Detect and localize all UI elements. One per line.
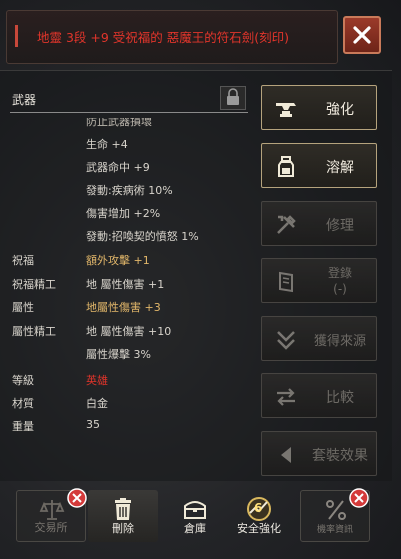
chest-icon — [184, 501, 206, 519]
set-effect-label: 套裝效果 — [312, 448, 368, 464]
dissolve-label: 溶解 — [326, 160, 354, 176]
unavailable-badge-icon — [349, 488, 369, 508]
item-detail-window: 地靈 3段 +9 受祝福的 惡魔王的符石劍(刻印) 武器 防止武器損壞 生命 +… — [0, 0, 401, 559]
attr-label: 重量 — [12, 420, 34, 433]
percent-icon — [326, 500, 346, 520]
dissolve-button[interactable]: 溶解 — [261, 143, 377, 188]
enhance-label: 強化 — [326, 102, 354, 118]
register-label: 登錄 (-) — [310, 265, 370, 297]
safe-enhance-label: 安全強化 — [237, 522, 281, 535]
category-divider — [10, 112, 248, 113]
set-effect-button[interactable]: 套裝效果 — [261, 431, 377, 476]
register-button[interactable]: 登錄 (-) — [261, 258, 377, 303]
enhance-button[interactable]: 強化 — [261, 85, 377, 130]
safe-enhance-button[interactable]: 6 安全強化 — [224, 490, 294, 542]
stat-line: 生命 +4 — [86, 138, 128, 151]
trash-icon — [115, 498, 131, 520]
probability-label: 機率資訊 — [316, 525, 353, 535]
stat-line: 武器命中 +9 — [86, 161, 150, 174]
safe-enhance-count: 6 — [254, 501, 263, 515]
register-count: (-) — [333, 282, 347, 296]
source-label: 獲得來源 — [313, 334, 366, 349]
attr-value: 地 屬性傷害 +10 — [86, 325, 172, 338]
anvil-icon — [276, 103, 296, 117]
attr-value: 額外攻擊 +1 — [86, 254, 150, 267]
attr-value: 地屬性傷害 +3 — [86, 301, 161, 314]
weight-value: 35 — [86, 418, 100, 431]
attr-label: 祝福 — [12, 254, 34, 267]
item-category: 武器 — [12, 93, 37, 107]
lock-icon[interactable] — [220, 86, 246, 110]
compare-button[interactable]: 比較 — [261, 373, 377, 418]
exchange-button[interactable]: 交易所 — [16, 488, 87, 542]
title-bar: 地靈 3段 +9 受祝福的 惡魔王的符石劍(刻印) — [6, 10, 338, 64]
stat-line: 發動:招喚契的憤怒 1% — [86, 230, 199, 243]
source-button[interactable]: 獲得來源 — [261, 316, 377, 361]
unavailable-badge-icon — [67, 488, 87, 508]
arrow-left-icon — [281, 447, 291, 463]
item-title: 地靈 3段 +9 受祝福的 惡魔王的符石劍(刻印) — [37, 30, 290, 45]
close-button[interactable] — [343, 16, 381, 54]
stat-line: 發動:疾病術 10% — [86, 184, 173, 197]
book-icon — [279, 271, 293, 293]
delete-button[interactable]: 刪除 — [88, 490, 158, 542]
stat-line: 傷害增加 +2% — [86, 207, 161, 220]
repair-label: 修理 — [326, 218, 354, 234]
attr-value: 地 屬性傷害 +1 — [86, 278, 165, 291]
warehouse-button[interactable]: 倉庫 — [160, 490, 230, 542]
flask-icon — [278, 156, 294, 177]
source-chevron-icon — [277, 331, 295, 350]
probability-info-button[interactable]: 機率資訊 — [300, 488, 370, 542]
repair-tools-icon — [277, 215, 296, 234]
delete-label: 刪除 — [112, 522, 134, 535]
swap-arrows-icon — [277, 388, 295, 406]
register-text: 登錄 — [327, 266, 352, 280]
attr-label: 等級 — [12, 374, 34, 387]
compare-label: 比較 — [326, 390, 354, 406]
close-icon — [353, 26, 371, 44]
grade-value: 英雄 — [86, 374, 108, 387]
attr-label: 屬性 — [12, 301, 34, 314]
attr-label: 屬性精工 — [12, 325, 56, 338]
title-accent — [15, 25, 18, 47]
material-value: 白金 — [86, 397, 108, 410]
attr-label: 材質 — [12, 397, 34, 410]
attr-label: 祝福精工 — [12, 278, 56, 291]
warehouse-label: 倉庫 — [184, 522, 206, 535]
repair-button[interactable]: 修理 — [261, 201, 377, 246]
exchange-label: 交易所 — [34, 521, 68, 534]
attr-value: 屬性爆擊 3% — [86, 348, 151, 361]
